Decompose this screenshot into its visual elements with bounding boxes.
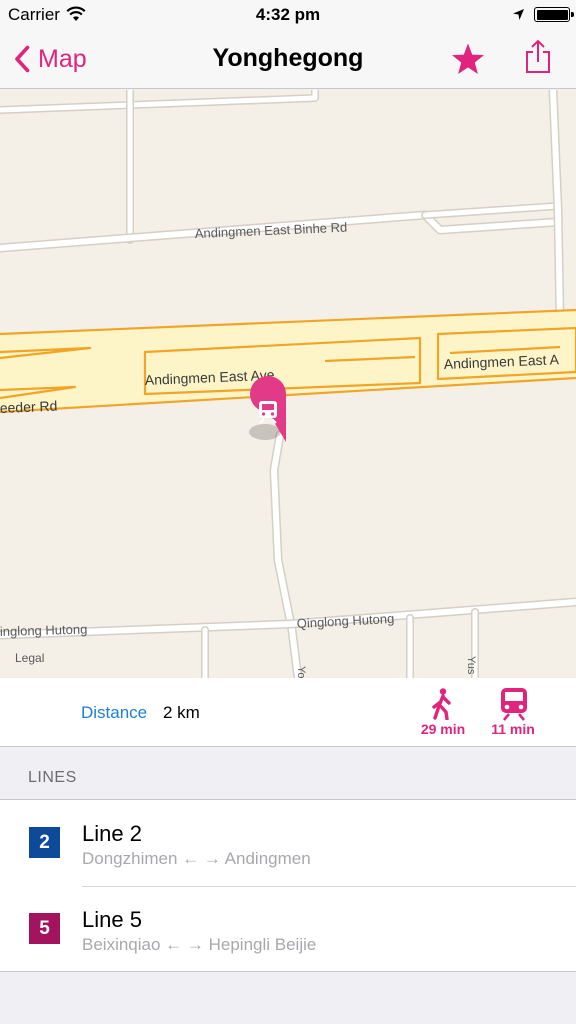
line-name: Line 2 xyxy=(82,821,142,846)
distance-value: 2 km xyxy=(163,703,200,722)
status-bar: Carrier 4:32 pm xyxy=(0,0,576,30)
map-canvas[interactable]: Andingmen East Binhe Rd Andingmen East A… xyxy=(0,90,576,678)
battery-fill xyxy=(536,9,568,20)
map-view[interactable]: Andingmen East Binhe Rd Andingmen East A… xyxy=(0,90,576,678)
transit-time: 11 min xyxy=(491,721,535,737)
navigation-bar: Map Yonghegong xyxy=(0,30,576,89)
walking-time: 29 min xyxy=(420,721,466,737)
share-icon[interactable] xyxy=(523,39,553,80)
street-label-qinglong-left: inglong Hutong xyxy=(0,622,88,639)
distance-label: Distance xyxy=(81,703,148,722)
back-button-label: Map xyxy=(38,44,87,73)
favorite-star-icon[interactable] xyxy=(450,41,486,82)
legal-link[interactable]: Legal xyxy=(15,651,44,665)
street-label-vertical-b: Yus xyxy=(465,656,477,675)
walking-person-icon xyxy=(431,688,453,725)
line-list-item[interactable]: 2 Line 2 Dongzhimen ← → Andingmen xyxy=(0,800,576,886)
chevron-left-icon xyxy=(15,45,30,73)
line-route: Beixinqiao ← → Hepingli Beijie xyxy=(82,935,317,954)
street-label-feeder: eeder Rd xyxy=(0,398,58,416)
line-badge: 2 xyxy=(29,827,60,858)
line-list-item[interactable]: 5 Line 5 Beixinqiao ← → Hepingli Beijie xyxy=(0,886,576,972)
battery-icon xyxy=(534,7,574,22)
back-button[interactable]: Map xyxy=(14,40,87,78)
street-label-vertical-a: Yo xyxy=(295,666,307,678)
line-route: Dongzhimen ← → Andingmen xyxy=(82,849,311,868)
location-arrow-icon xyxy=(512,8,525,26)
lines-list: 2 Line 2 Dongzhimen ← → Andingmen 5 Line… xyxy=(0,799,576,972)
lines-section-header: LINES xyxy=(28,769,77,786)
clock: 4:32 pm xyxy=(255,5,321,24)
line-badge: 5 xyxy=(29,913,60,944)
distance-info-row: Distance 2 km 29 min 11 min xyxy=(0,678,576,747)
line-name: Line 5 xyxy=(82,907,142,932)
